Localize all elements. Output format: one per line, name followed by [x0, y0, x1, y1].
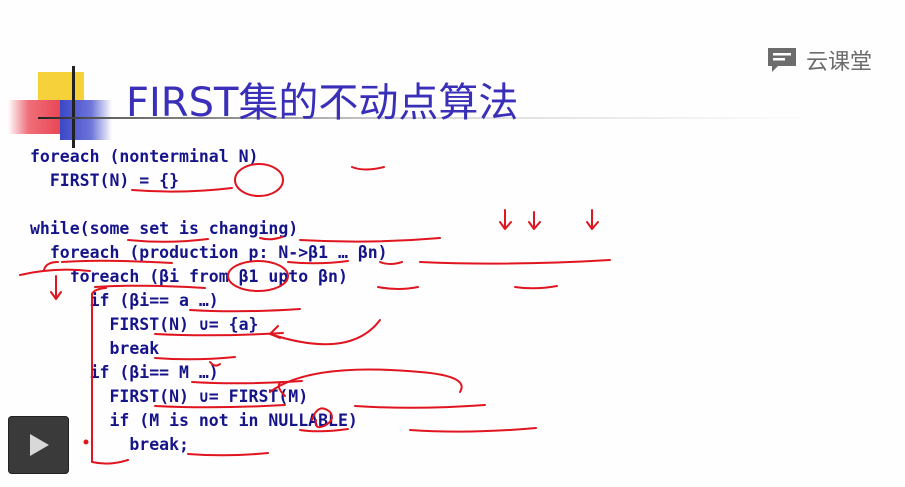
code-line: FIRST(N) ∪= {a} — [30, 315, 259, 334]
code-line: foreach (production p: N->β1 … βn) — [30, 243, 388, 262]
slide-title: FIRST集的不动点算法 — [126, 80, 519, 126]
code-line: FIRST(N) ∪= FIRST(M) — [30, 387, 309, 406]
code-line: if (M is not in NULLABLE) — [30, 411, 358, 430]
speech-bubble-icon — [768, 48, 796, 72]
brand-name: 云课堂 — [806, 50, 873, 75]
code-line: foreach (nonterminal N) — [30, 147, 259, 166]
title-decoration-blue-bar — [60, 100, 112, 140]
code-line: foreach (βi from β1 upto βn) — [30, 267, 348, 286]
code-line: if (βi== M …) — [30, 363, 219, 382]
code-line: break — [30, 339, 160, 358]
code-line: FIRST(N) = {} — [30, 171, 180, 190]
slide: FIRST集的不动点算法 云课堂 foreach (nonterminal N)… — [0, 0, 905, 487]
code-line: while(some set is changing) — [30, 219, 299, 238]
title-decoration-vertical-line — [72, 66, 75, 148]
brand-watermark: 云课堂 — [766, 44, 872, 76]
code-line: if (βi== a …) — [30, 291, 219, 310]
play-icon — [30, 434, 49, 456]
play-button[interactable] — [8, 416, 69, 474]
